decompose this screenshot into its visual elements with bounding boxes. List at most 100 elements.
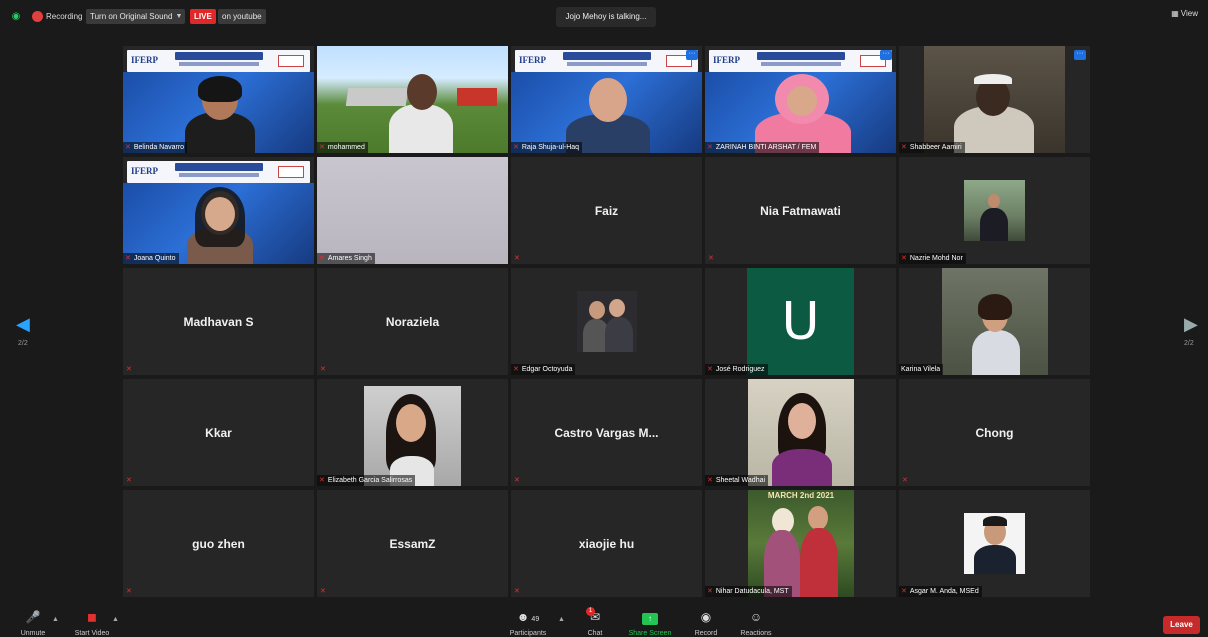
shield-icon[interactable]: ◉ xyxy=(10,9,22,24)
recording-label: Recording xyxy=(46,12,83,21)
muted-mic-icon: 🎤 xyxy=(25,610,41,624)
unmute-button[interactable]: 🎤 Unmute xyxy=(16,610,50,637)
muted-mic-icon: ✕ xyxy=(901,588,907,595)
participant-name-display: Kkar xyxy=(205,425,232,440)
chevron-up-icon[interactable]: ▲ xyxy=(558,616,565,623)
muted-mic-icon: ✕ xyxy=(319,477,325,484)
participant-tile[interactable]: Madhavan S ✕ xyxy=(123,268,314,375)
top-bar: ◉ Recording Turn on Original Sound ▼ LIV… xyxy=(0,0,1208,34)
muted-mic-icon: ✕ xyxy=(126,588,132,595)
profile-photo xyxy=(964,513,1025,574)
original-sound-button[interactable]: Turn on Original Sound xyxy=(86,9,177,24)
participant-tile[interactable]: Kkar ✕ xyxy=(123,379,314,486)
muted-mic-icon: ✕ xyxy=(708,255,714,262)
gallery-grid: IFERP ✕ Belinda Navarro ✕ mohammed IFERP ·… xyxy=(123,46,1092,599)
participant-tile[interactable]: ✕ mohammed xyxy=(317,46,508,153)
profile-photo: MARCH 2nd 2021 xyxy=(748,490,854,597)
participant-tile[interactable]: Chong ✕ xyxy=(899,379,1090,486)
participant-tile[interactable]: MARCH 2nd 2021 ✕ Nihar Datudacula, MST xyxy=(705,490,896,597)
muted-mic-icon: ✕ xyxy=(707,366,713,373)
muted-mic-icon: ✕ xyxy=(514,255,520,262)
participant-tile[interactable]: IFERP ··· ✕ ZARINAH BINTI ARSHAT / FEM xyxy=(705,46,896,153)
active-speaker-indicator: Jojo Mehoy is talking... xyxy=(556,7,656,27)
participant-name: ✕ Sheetal Wadhai xyxy=(705,475,769,486)
participant-tile[interactable]: Karina Vilela xyxy=(899,268,1090,375)
participant-tile[interactable]: ··· ✕ Shabbeer Aamiri xyxy=(899,46,1090,153)
participant-name: ✕ Elizabeth Garcia Salirrosas xyxy=(317,475,416,486)
participants-count: 49 xyxy=(531,616,540,623)
next-page-icon[interactable]: ▶ xyxy=(1184,314,1198,335)
muted-mic-icon: ✕ xyxy=(514,477,520,484)
muted-mic-icon: ✕ xyxy=(707,477,713,484)
chevron-up-icon[interactable]: ▲ xyxy=(52,616,59,623)
page-indicator-right: 2/2 xyxy=(1184,340,1194,347)
participants-icon: ☻ xyxy=(516,610,530,624)
leave-button[interactable]: Leave xyxy=(1163,616,1200,634)
share-screen-button[interactable]: ↑ Share Screen xyxy=(624,610,676,637)
page-indicator-left: 2/2 xyxy=(18,340,28,347)
participant-name: ✕ mohammed xyxy=(317,142,368,153)
conference-banner: IFERP xyxy=(515,50,698,72)
more-options-icon[interactable]: ··· xyxy=(880,50,892,60)
participant-tile[interactable]: ✕ Sheetal Wadhai xyxy=(705,379,896,486)
participant-name: ✕ Nihar Datudacula, MST xyxy=(705,586,792,597)
participant-tile[interactable]: U ✕ José Rodriguez xyxy=(705,268,896,375)
participant-tile[interactable]: ✕ Elizabeth Garcia Salirrosas xyxy=(317,379,508,486)
view-label: View xyxy=(1180,9,1198,18)
view-button[interactable]: ▦ View xyxy=(1171,9,1198,18)
video-feed xyxy=(317,46,508,153)
video-feed xyxy=(924,46,1065,153)
more-options-icon[interactable]: ··· xyxy=(686,50,698,60)
muted-mic-icon: ✕ xyxy=(126,366,132,373)
participant-tile[interactable]: xiaojie hu ✕ xyxy=(511,490,702,597)
meeting-controls: 🎤 Unmute ▲ ◼ Start Video ▲ ☻ 49 Participa… xyxy=(0,604,1208,637)
participant-tile[interactable]: IFERP ✕ Joana Quinto xyxy=(123,157,314,264)
participant-name: ✕ Nazrie Mohd Nor xyxy=(899,253,966,264)
participant-name-display: xiaojie hu xyxy=(578,536,635,551)
participant-tile[interactable]: ✕ Nazrie Mohd Nor xyxy=(899,157,1090,264)
participant-tile[interactable]: IFERP ✕ Belinda Navarro xyxy=(123,46,314,153)
muted-mic-icon: ✕ xyxy=(902,477,908,484)
participant-tile[interactable]: Faiz ✕ xyxy=(511,157,702,264)
participant-tile[interactable]: IFERP ··· ✕ Raja Shuja-ul-Haq xyxy=(511,46,702,153)
participant-name-display: Castro Vargas M... xyxy=(554,425,659,440)
participant-tile[interactable]: ✕ Amares Singh xyxy=(317,157,508,264)
live-badge[interactable]: LIVE xyxy=(190,9,216,24)
record-button[interactable]: ◉ Record xyxy=(688,610,724,637)
muted-mic-icon: ✕ xyxy=(513,366,519,373)
participant-name: ✕ Shabbeer Aamiri xyxy=(899,142,965,153)
live-destination[interactable]: on youtube xyxy=(218,9,266,24)
profile-photo xyxy=(364,386,461,486)
participant-tile[interactable]: EssamZ ✕ xyxy=(317,490,508,597)
chat-unread-badge: 1 xyxy=(586,607,595,616)
muted-mic-icon: ✕ xyxy=(126,477,132,484)
participant-tile[interactable]: ✕ Asgar M. Anda, MSEd xyxy=(899,490,1090,597)
video-feed xyxy=(511,72,702,153)
participant-name: ✕ ZARINAH BINTI ARSHAT / FEM xyxy=(705,142,820,153)
participant-name: ✕ Edgar Octoyuda xyxy=(511,364,576,375)
more-options-icon[interactable]: ··· xyxy=(1074,50,1086,60)
profile-photo xyxy=(942,268,1048,375)
chat-button[interactable]: ✉ 1 Chat xyxy=(578,607,612,637)
participants-button[interactable]: ☻ 49 Participants xyxy=(505,610,551,637)
participant-tile[interactable]: ✕ Edgar Octoyuda xyxy=(511,268,702,375)
chevron-up-icon[interactable]: ▲ xyxy=(112,616,119,623)
participant-name: Karina Vilela xyxy=(899,364,944,375)
participant-tile[interactable]: guo zhen ✕ xyxy=(123,490,314,597)
recording-icon xyxy=(32,11,43,22)
participant-tile[interactable]: Castro Vargas M... ✕ xyxy=(511,379,702,486)
reactions-button[interactable]: ☺ Reactions xyxy=(736,610,776,637)
muted-mic-icon: ✕ xyxy=(319,255,325,262)
participant-name: ✕ Amares Singh xyxy=(317,253,375,264)
video-feed xyxy=(705,72,896,153)
participant-name-display: Faiz xyxy=(594,203,619,218)
participant-name-display: EssamZ xyxy=(389,536,436,551)
start-video-button[interactable]: ◼ Start Video xyxy=(72,610,112,637)
participant-name-display: Nia Fatmawati xyxy=(760,203,841,218)
previous-page-icon[interactable]: ◀ xyxy=(16,314,30,335)
profile-photo xyxy=(748,379,854,486)
chevron-down-icon[interactable]: ▼ xyxy=(173,9,185,24)
muted-mic-icon: ✕ xyxy=(320,588,326,595)
participant-tile[interactable]: Nia Fatmawati ✕ xyxy=(705,157,896,264)
participant-tile[interactable]: Noraziela ✕ xyxy=(317,268,508,375)
